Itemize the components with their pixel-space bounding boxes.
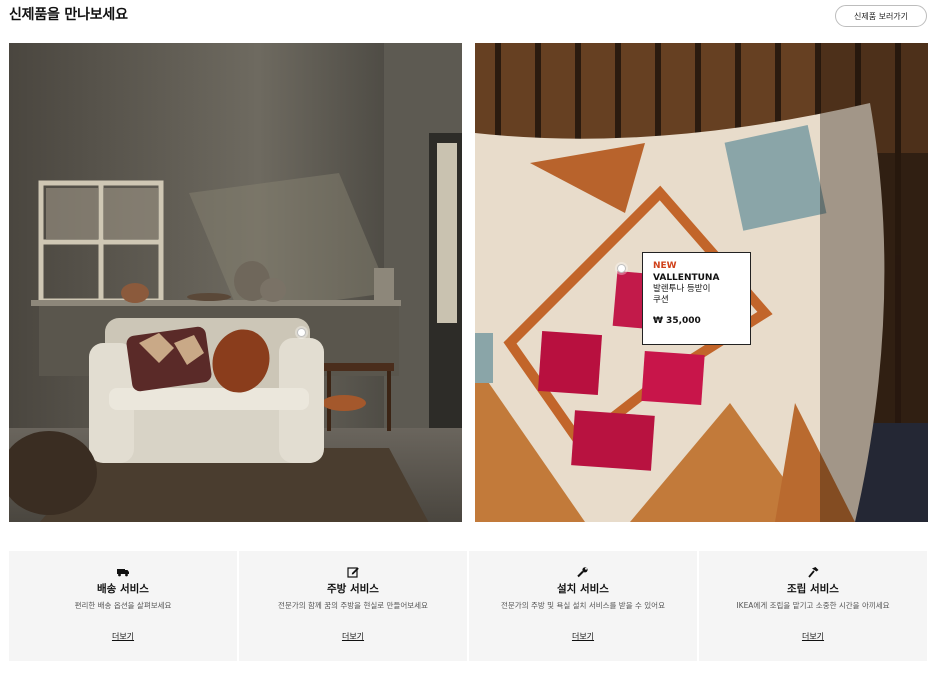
service-title: 배송 서비스 [97, 583, 149, 595]
services-section: 배송 서비스 편리한 배송 옵션을 살펴보세요 더보기 주방 서비스 전문가의 … [9, 551, 927, 661]
pencil-icon [347, 567, 359, 578]
service-description: IKEA에게 조립을 맡기고 소중한 시간을 아끼세요 [736, 601, 890, 610]
service-more-link[interactable]: 더보기 [699, 631, 927, 642]
service-description: 전문가의 주방 및 욕실 설치 서비스를 받을 수 있어요 [501, 601, 665, 610]
product-hotspot-cushion[interactable] [617, 264, 626, 273]
product-tag-card[interactable]: NEW VALLENTUNA 발렌투나 등받이쿠션 ₩ 35,000 [642, 252, 751, 345]
living-room-image[interactable] [9, 43, 462, 522]
service-more-link[interactable]: 더보기 [239, 631, 467, 642]
service-description: 편리한 배송 옵션을 살펴보세요 [74, 601, 172, 610]
service-card-kitchen: 주방 서비스 전문가의 함께 꿈의 주방을 현실로 만들어보세요 더보기 [239, 551, 467, 661]
hammer-icon [808, 567, 819, 578]
service-card-assembly: 조립 서비스 IKEA에게 조립을 맡기고 소중한 시간을 아끼세요 더보기 [699, 551, 927, 661]
service-card-delivery: 배송 서비스 편리한 배송 옵션을 살펴보세요 더보기 [9, 551, 237, 661]
service-more-link[interactable]: 더보기 [469, 631, 697, 642]
page-title: 신제품을 만나보세요 [9, 7, 128, 23]
service-title: 주방 서비스 [327, 583, 379, 595]
product-description: 발렌투나 등받이쿠션 [653, 284, 711, 305]
service-card-installation: 설치 서비스 전문가의 주방 및 욕실 설치 서비스를 받을 수 있어요 더보기 [469, 551, 697, 661]
service-more-link[interactable]: 더보기 [9, 631, 237, 642]
service-description: 전문가의 함께 꿈의 주방을 현실로 만들어보세요 [278, 601, 428, 610]
wrench-icon [577, 567, 588, 578]
service-title: 설치 서비스 [557, 583, 609, 595]
product-hotspot-armchair[interactable] [297, 328, 306, 337]
product-name: VALLENTUNA [653, 273, 720, 283]
product-price: ₩ 35,000 [653, 316, 701, 326]
new-badge: NEW [653, 261, 677, 271]
living-room-illustration [9, 43, 462, 522]
truck-icon [117, 569, 129, 577]
service-title: 조립 서비스 [787, 583, 839, 595]
view-new-products-button[interactable]: 신제품 보러가기 [835, 5, 927, 27]
